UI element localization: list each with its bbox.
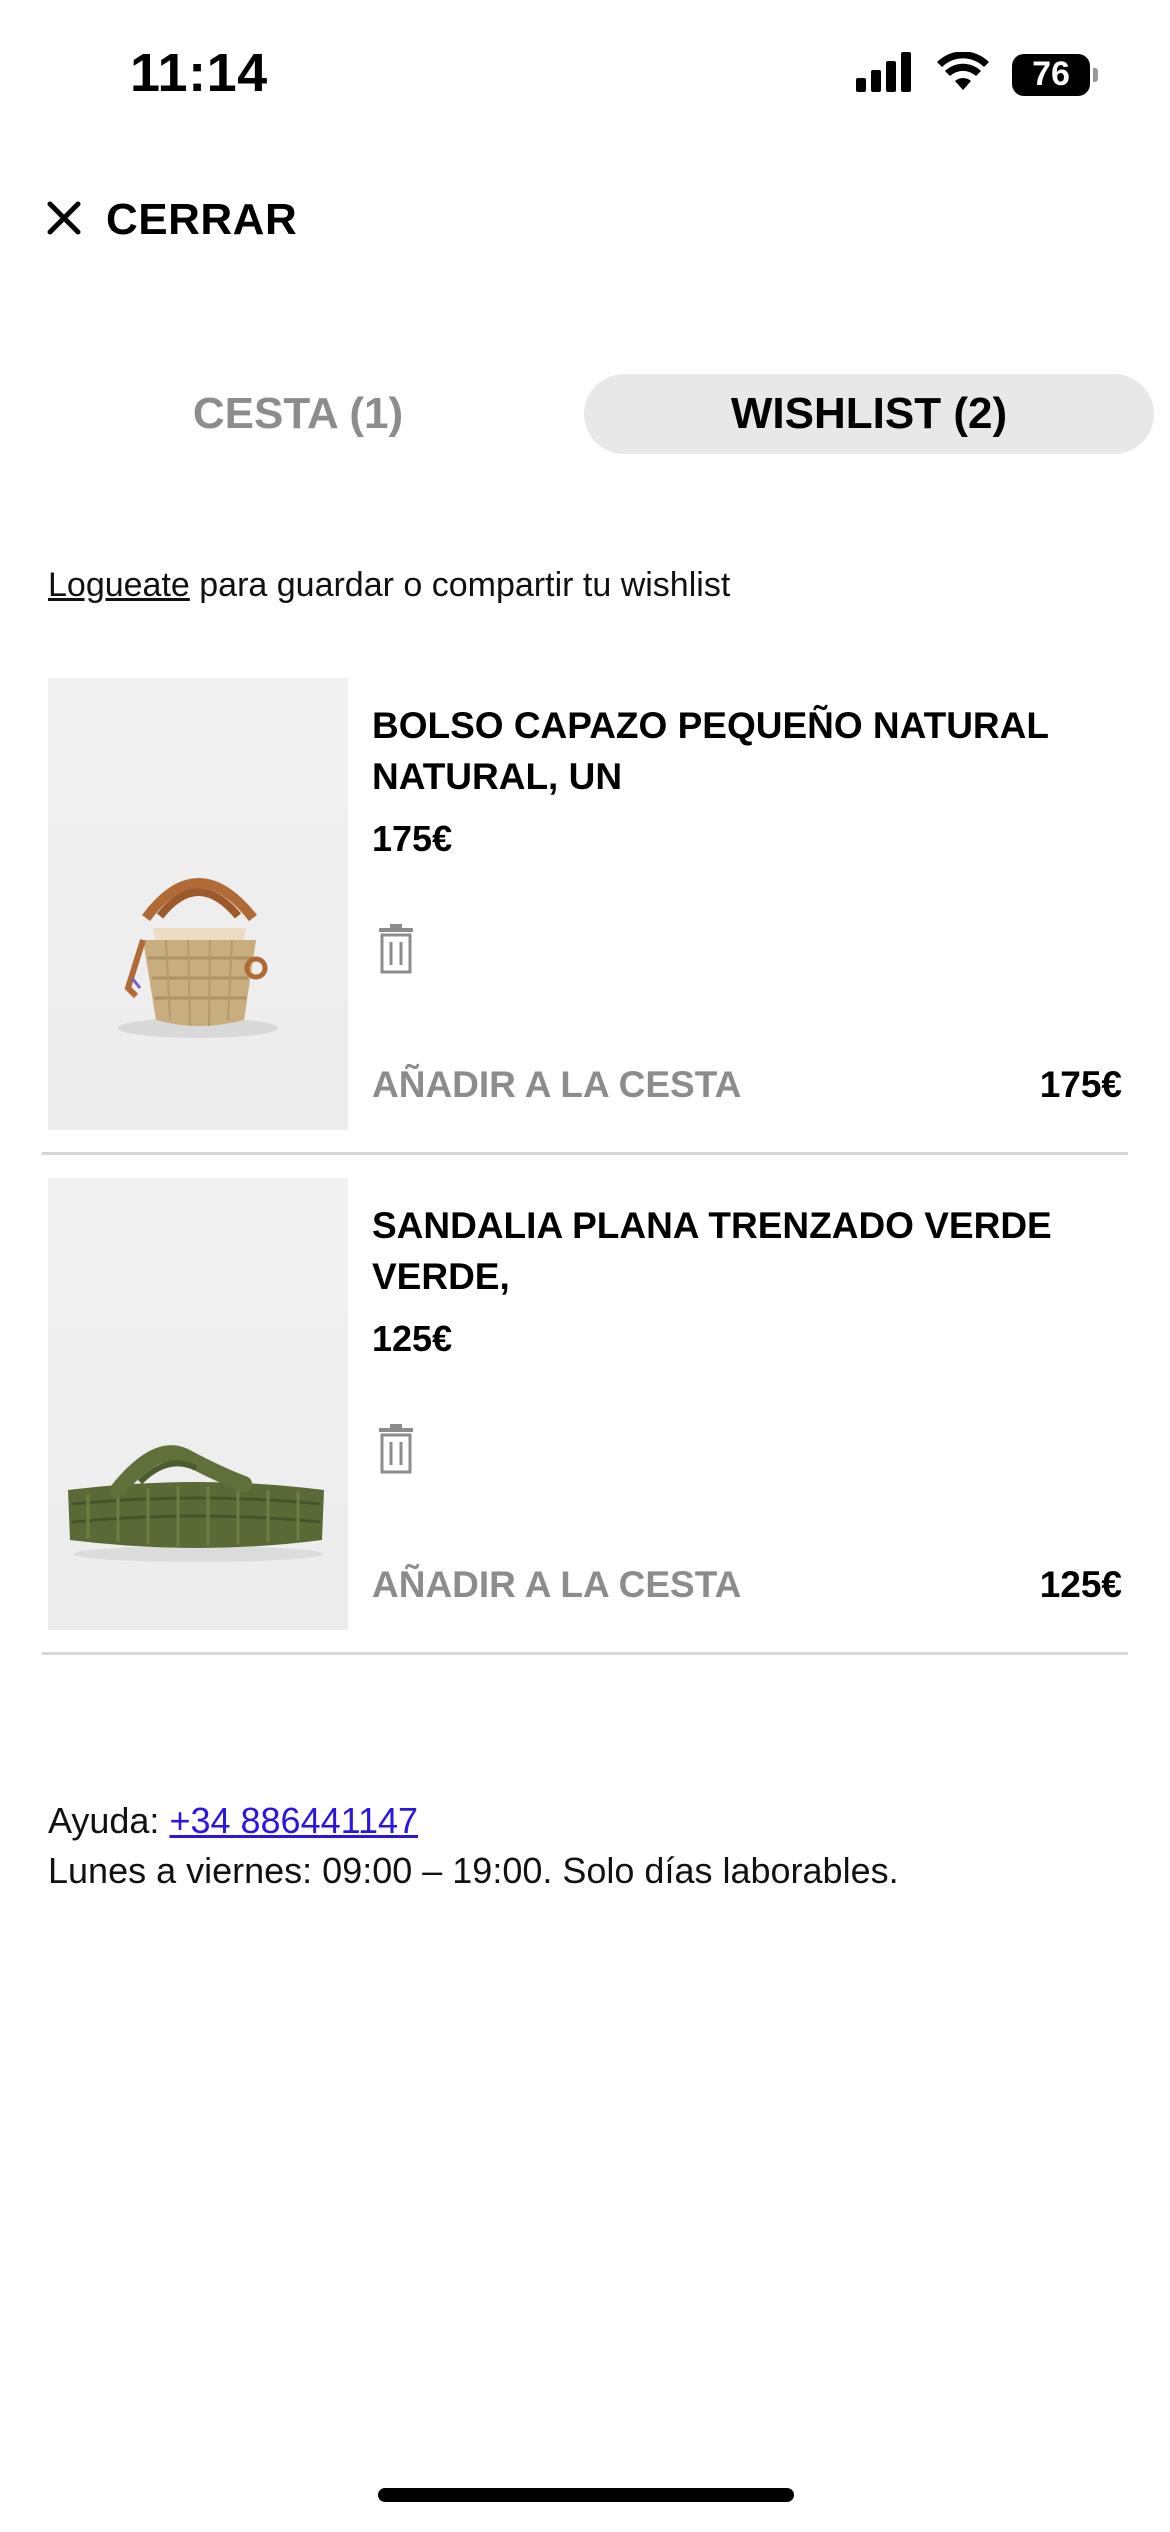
product-name[interactable]: SANDALIA PLANA TRENZADO VERDE VERDE, [372, 1200, 1112, 1302]
battery-level: 76 [1032, 55, 1070, 93]
divider [42, 1652, 1128, 1655]
tab-bar: CESTA (1) WISHLIST (2) [0, 374, 1170, 454]
login-notice: Logueate para guardar o compartir tu wis… [48, 566, 730, 605]
product-price: 175€ [372, 818, 453, 859]
battery-icon: 76 [1012, 53, 1098, 96]
trash-icon[interactable] [376, 1424, 416, 1474]
battery-cap [1093, 67, 1098, 82]
status-time: 11:14 [130, 43, 268, 103]
close-label: CERRAR [106, 195, 298, 244]
help-section: Ayuda: +34 886441147 Lunes a viernes: 09… [48, 1796, 899, 1896]
help-label: Ayuda: [48, 1800, 170, 1841]
tab-wishlist[interactable]: WISHLIST (2) [584, 374, 1154, 454]
product-price: 125€ [372, 1318, 453, 1359]
product-image-sandal[interactable] [48, 1178, 348, 1630]
add-to-cart-button[interactable]: AÑADIR A LA CESTA [372, 1564, 741, 1606]
add-to-cart-button[interactable]: AÑADIR A LA CESTA [372, 1064, 741, 1106]
signal-icon [856, 52, 914, 97]
login-link[interactable]: Logueate [48, 566, 190, 604]
status-bar: 11:14 76 [0, 0, 1170, 150]
wishlist-item: BOLSO CAPAZO PEQUEÑO NATURAL NATURAL, UN… [0, 678, 1170, 1178]
help-line: Ayuda: +34 886441147 [48, 1796, 899, 1846]
tab-cesta[interactable]: CESTA (1) [48, 374, 548, 454]
help-phone-link[interactable]: +34 886441147 [169, 1800, 418, 1841]
close-icon [46, 200, 82, 241]
trash-icon[interactable] [376, 924, 416, 974]
wifi-icon [936, 51, 990, 97]
line-price: 125€ [1039, 1564, 1122, 1605]
login-notice-text: para guardar o compartir tu wishlist [189, 566, 731, 604]
home-indicator[interactable] [378, 2488, 794, 2502]
divider [42, 1152, 1128, 1155]
wishlist-item: SANDALIA PLANA TRENZADO VERDE VERDE, 125… [0, 1178, 1170, 1678]
product-image-basket-bag[interactable] [48, 678, 348, 1130]
line-price: 175€ [1039, 1064, 1122, 1105]
product-name[interactable]: BOLSO CAPAZO PEQUEÑO NATURAL NATURAL, UN [372, 700, 1112, 802]
help-hours: Lunes a viernes: 09:00 – 19:00. Solo día… [48, 1850, 899, 1891]
close-button[interactable]: CERRAR [46, 195, 297, 245]
status-icons: 76 [856, 51, 1098, 97]
